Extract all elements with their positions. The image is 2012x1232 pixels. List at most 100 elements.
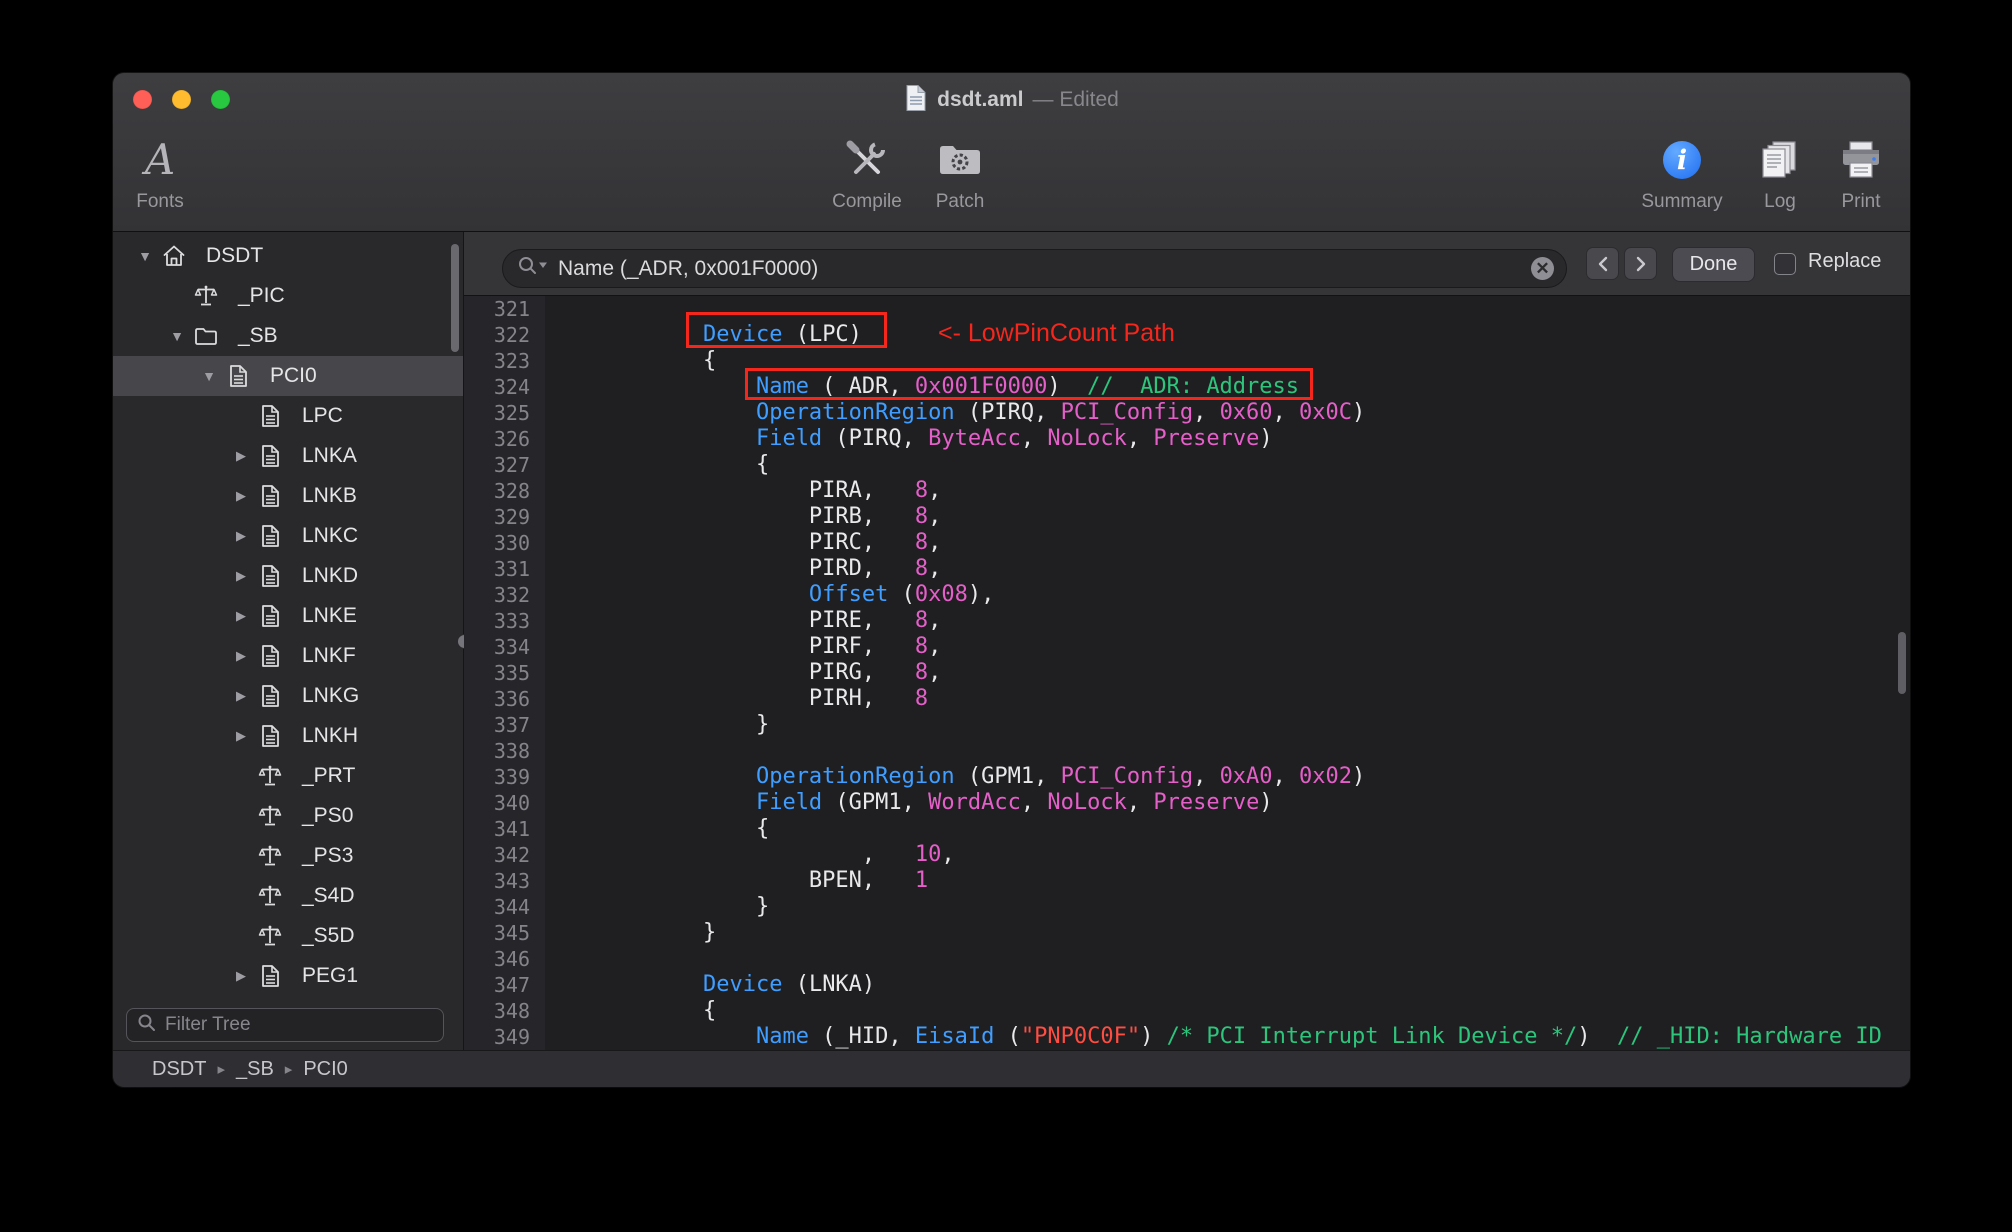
disclosure-triangle-icon[interactable]: ▶	[225, 648, 257, 664]
line-number: 340	[493, 791, 530, 815]
code-text: Field (GPM1, WordAcc, NoLock, Preserve)	[755, 790, 1273, 815]
sidebar-item-lnkd[interactable]: ▶ LNKD	[113, 556, 463, 596]
tree-item-label: _S4D	[302, 884, 355, 907]
replace-checkbox[interactable]	[1774, 253, 1796, 275]
line-number: 343	[493, 869, 530, 893]
tree-item-label: LNKE	[302, 604, 357, 627]
breadcrumb-item-pci0[interactable]: PCI0	[303, 1058, 347, 1081]
code-line: 322 Device (LPC)	[464, 322, 1910, 348]
clear-search-button[interactable]: ✕	[1531, 257, 1554, 280]
code-line: 348 {	[464, 998, 1910, 1024]
document-icon	[257, 963, 302, 989]
maciasl-window: dsdt.aml — Edited A Fonts Compile Patch …	[113, 73, 1910, 1087]
code-line: 327 {	[464, 452, 1910, 478]
find-input[interactable]: Name (_ADR, 0x001F0000) ✕	[502, 249, 1567, 288]
line-number: 344	[493, 895, 530, 919]
code-line: 333 PIRE, 8,	[464, 608, 1910, 634]
filter-tree-input[interactable]: Filter Tree	[126, 1008, 444, 1042]
disclosure-triangle-icon[interactable]: ▼	[193, 368, 225, 384]
disclosure-triangle-icon[interactable]: ▶	[225, 608, 257, 624]
tree-item-label: _PRT	[302, 764, 356, 787]
print-button[interactable]: Print	[1796, 131, 1910, 213]
line-number: 324	[493, 375, 530, 399]
sidebar-item-lnka[interactable]: ▶ LNKA	[113, 436, 463, 476]
disclosure-triangle-icon[interactable]: ▼	[161, 328, 193, 344]
sidebar-item-lnkf[interactable]: ▶ LNKF	[113, 636, 463, 676]
breadcrumb-item-dsdt[interactable]: DSDT	[152, 1058, 206, 1081]
search-menu-icon[interactable]	[517, 255, 548, 282]
line-number: 345	[493, 921, 530, 945]
editor-scrollbar[interactable]	[1898, 632, 1906, 694]
disclosure-triangle-icon[interactable]: ▶	[225, 968, 257, 984]
sidebar-item-lpc[interactable]: LPC	[113, 396, 463, 436]
line-number: 349	[493, 1025, 530, 1049]
sidebar-item-_s4d[interactable]: _S4D	[113, 876, 463, 916]
summary-label: Summary	[1641, 191, 1723, 212]
patch-button[interactable]: Patch	[895, 131, 1025, 213]
code-line: 331 PIRD, 8,	[464, 556, 1910, 582]
code-text: Offset (0x08),	[808, 582, 995, 607]
sidebar-item-_s5d[interactable]: _S5D	[113, 916, 463, 956]
sidebar-item-_prt[interactable]: _PRT	[113, 756, 463, 796]
line-number: 323	[493, 349, 530, 373]
disclosure-triangle-icon[interactable]: ▶	[225, 568, 257, 584]
tree-item-label: LPC	[302, 404, 343, 427]
sidebar-item-dsdt[interactable]: ▼ DSDT	[113, 236, 463, 276]
tree-item-label: _PS0	[302, 804, 354, 827]
document-icon	[257, 603, 302, 629]
disclosure-triangle-icon[interactable]: ▼	[129, 248, 161, 264]
window-title-text: dsdt.aml	[937, 88, 1024, 111]
document-icon	[257, 563, 302, 589]
code-text: Name (_HID, EisaId ("PNP0C0F") /* PCI In…	[755, 1024, 1882, 1049]
tree-item-label: LNKC	[302, 524, 359, 547]
find-next-button[interactable]	[1624, 247, 1657, 280]
document-icon	[225, 363, 270, 389]
tree-item-label: _PIC	[238, 284, 285, 307]
code-editor[interactable]: 321 322 Device (LPC) 323 {324 Name (_ADR, …	[464, 296, 1910, 1050]
code-line: 344 }	[464, 894, 1910, 920]
sidebar-item-_pic[interactable]: _PIC	[113, 276, 463, 316]
code-lines: 321 322 Device (LPC) 323 {324 Name (_ADR, …	[464, 296, 1910, 1050]
search-icon	[137, 1013, 157, 1038]
sidebar-item-lnke[interactable]: ▶ LNKE	[113, 596, 463, 636]
annotation-box-device-lpc	[686, 312, 887, 348]
find-previous-button[interactable]	[1586, 247, 1619, 280]
tree-item-label: LNKB	[302, 484, 357, 507]
disclosure-triangle-icon[interactable]: ▶	[225, 528, 257, 544]
line-number: 322	[493, 323, 530, 347]
code-line: 347 Device (LNKA)	[464, 972, 1910, 998]
fonts-button[interactable]: A Fonts	[113, 131, 225, 213]
line-number: 327	[493, 453, 530, 477]
disclosure-triangle-icon[interactable]: ▶	[225, 688, 257, 704]
scale-icon	[257, 763, 302, 789]
sidebar-item-lnkh[interactable]: ▶ LNKH	[113, 716, 463, 756]
disclosure-triangle-icon[interactable]: ▶	[225, 448, 257, 464]
sidebar-item-_ps3[interactable]: _PS3	[113, 836, 463, 876]
sidebar-item-pci0[interactable]: ▼ PCI0	[113, 356, 463, 396]
sidebar-item-lnkb[interactable]: ▶ LNKB	[113, 476, 463, 516]
code-line: 332 Offset (0x08),	[464, 582, 1910, 608]
code-text: , 10,	[597, 842, 955, 867]
disclosure-triangle-icon[interactable]: ▶	[225, 488, 257, 504]
sidebar-item-peg1[interactable]: ▶ PEG1	[113, 956, 463, 996]
disclosure-triangle-icon[interactable]: ▶	[225, 728, 257, 744]
done-button[interactable]: Done	[1672, 247, 1755, 282]
code-line: 325 OperationRegion (PIRQ, PCI_Config, 0…	[464, 400, 1910, 426]
line-number: 325	[493, 401, 530, 425]
sidebar-item-lnkg[interactable]: ▶ LNKG	[113, 676, 463, 716]
breadcrumb-separator-icon: ▸	[284, 1061, 293, 1078]
code-text: {	[597, 348, 717, 373]
sidebar-scrollbar[interactable]	[451, 244, 459, 352]
scale-icon	[257, 923, 302, 949]
find-query-text: Name (_ADR, 0x001F0000)	[558, 256, 819, 280]
breadcrumb-item-_sb[interactable]: _SB	[236, 1058, 274, 1081]
code-text: PIRB, 8,	[597, 504, 942, 529]
code-line: 337 }	[464, 712, 1910, 738]
code-text: }	[597, 712, 770, 737]
sidebar-item-_sb[interactable]: ▼ _SB	[113, 316, 463, 356]
sidebar-item-_ps0[interactable]: _PS0	[113, 796, 463, 836]
tree-item-label: _PS3	[302, 844, 354, 867]
scale-icon	[193, 283, 238, 309]
sidebar-item-lnkc[interactable]: ▶ LNKC	[113, 516, 463, 556]
